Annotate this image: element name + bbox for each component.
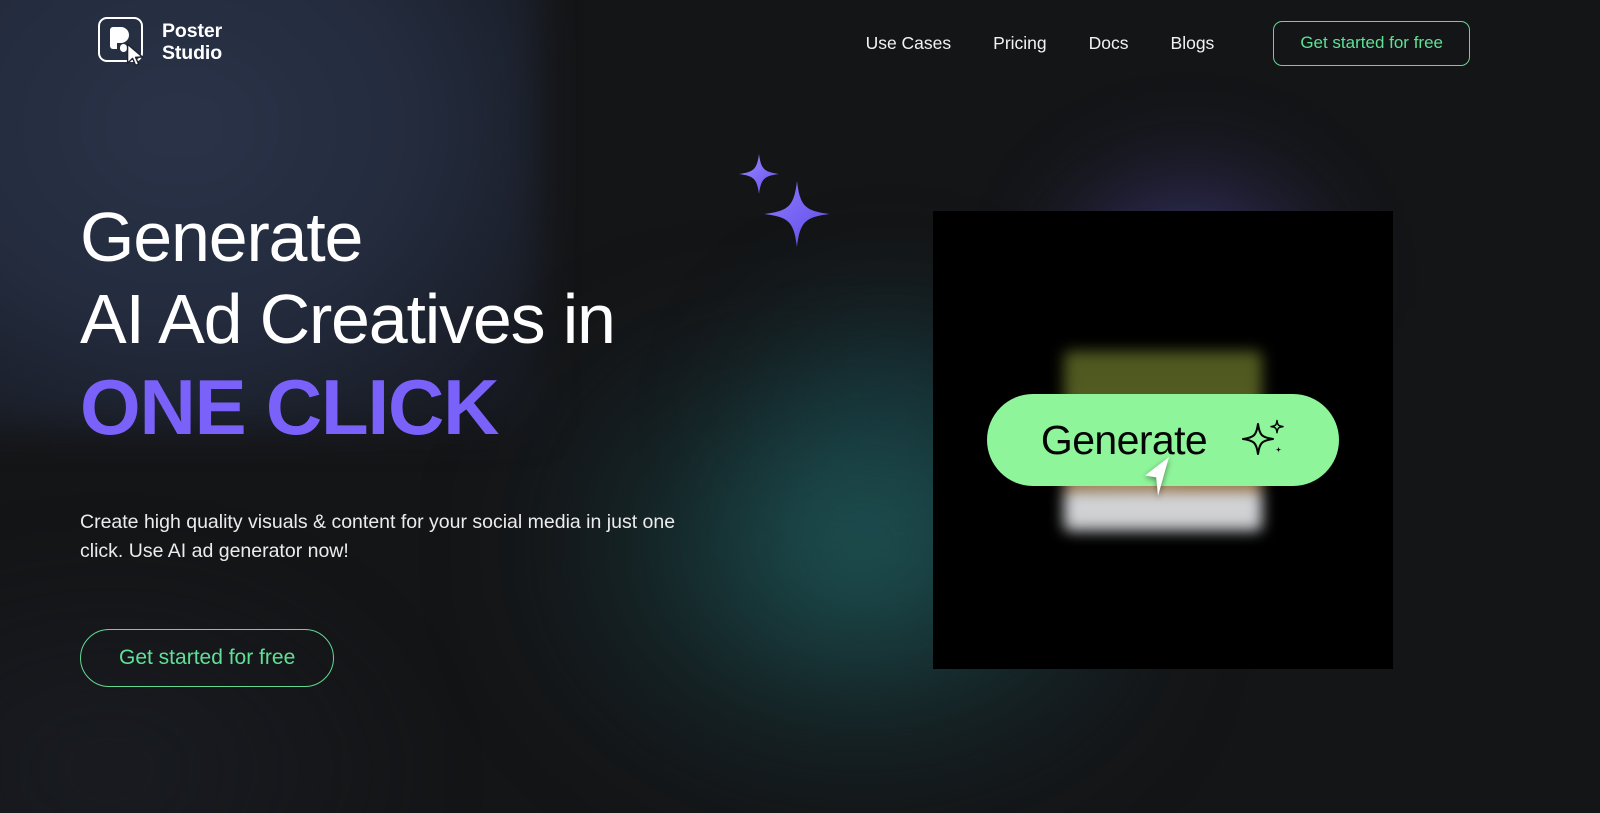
nav-item-pricing[interactable]: Pricing — [972, 33, 1068, 54]
hero-headline: Generate AI Ad Creatives in ONE CLICK — [80, 197, 780, 452]
brand-logo[interactable]: Poster Studio — [98, 17, 222, 68]
brand-name: Poster Studio — [162, 20, 223, 64]
landing-page: Poster Studio Use Cases Pricing Docs Blo… — [0, 0, 1600, 813]
headline-accent: ONE CLICK — [80, 362, 499, 451]
nav-item-docs[interactable]: Docs — [1068, 33, 1150, 54]
sparkle-stars-icon — [739, 154, 830, 247]
nav-item-blogs[interactable]: Blogs — [1150, 33, 1236, 54]
hero-subtext: Create high quality visuals & content fo… — [80, 510, 676, 563]
header-get-started-button[interactable]: Get started for free — [1273, 20, 1470, 66]
hero-get-started-button[interactable]: Get started for free — [80, 628, 335, 687]
hero-content: Generate AI Ad Creatives in ONE CLICK Cr… — [80, 197, 780, 687]
sparkle-icon — [1242, 419, 1284, 456]
nav-item-use-cases[interactable]: Use Cases — [845, 33, 973, 54]
poster-studio-logo-icon — [98, 17, 149, 68]
site-header: Poster Studio Use Cases Pricing Docs Blo… — [0, 0, 1600, 86]
logo-cursor-arrow-icon — [126, 43, 144, 67]
headline-line-1: Generate — [80, 198, 363, 276]
preview-video-panel[interactable]: Generate — [933, 211, 1393, 669]
main-navigation: Use Cases Pricing Docs Blogs Get started… — [845, 0, 1470, 86]
headline-line-2: AI Ad Creatives in — [80, 279, 616, 358]
generate-button-label: Generate — [1040, 416, 1208, 463]
preview-cursor-arrow-icon — [1145, 457, 1169, 496]
